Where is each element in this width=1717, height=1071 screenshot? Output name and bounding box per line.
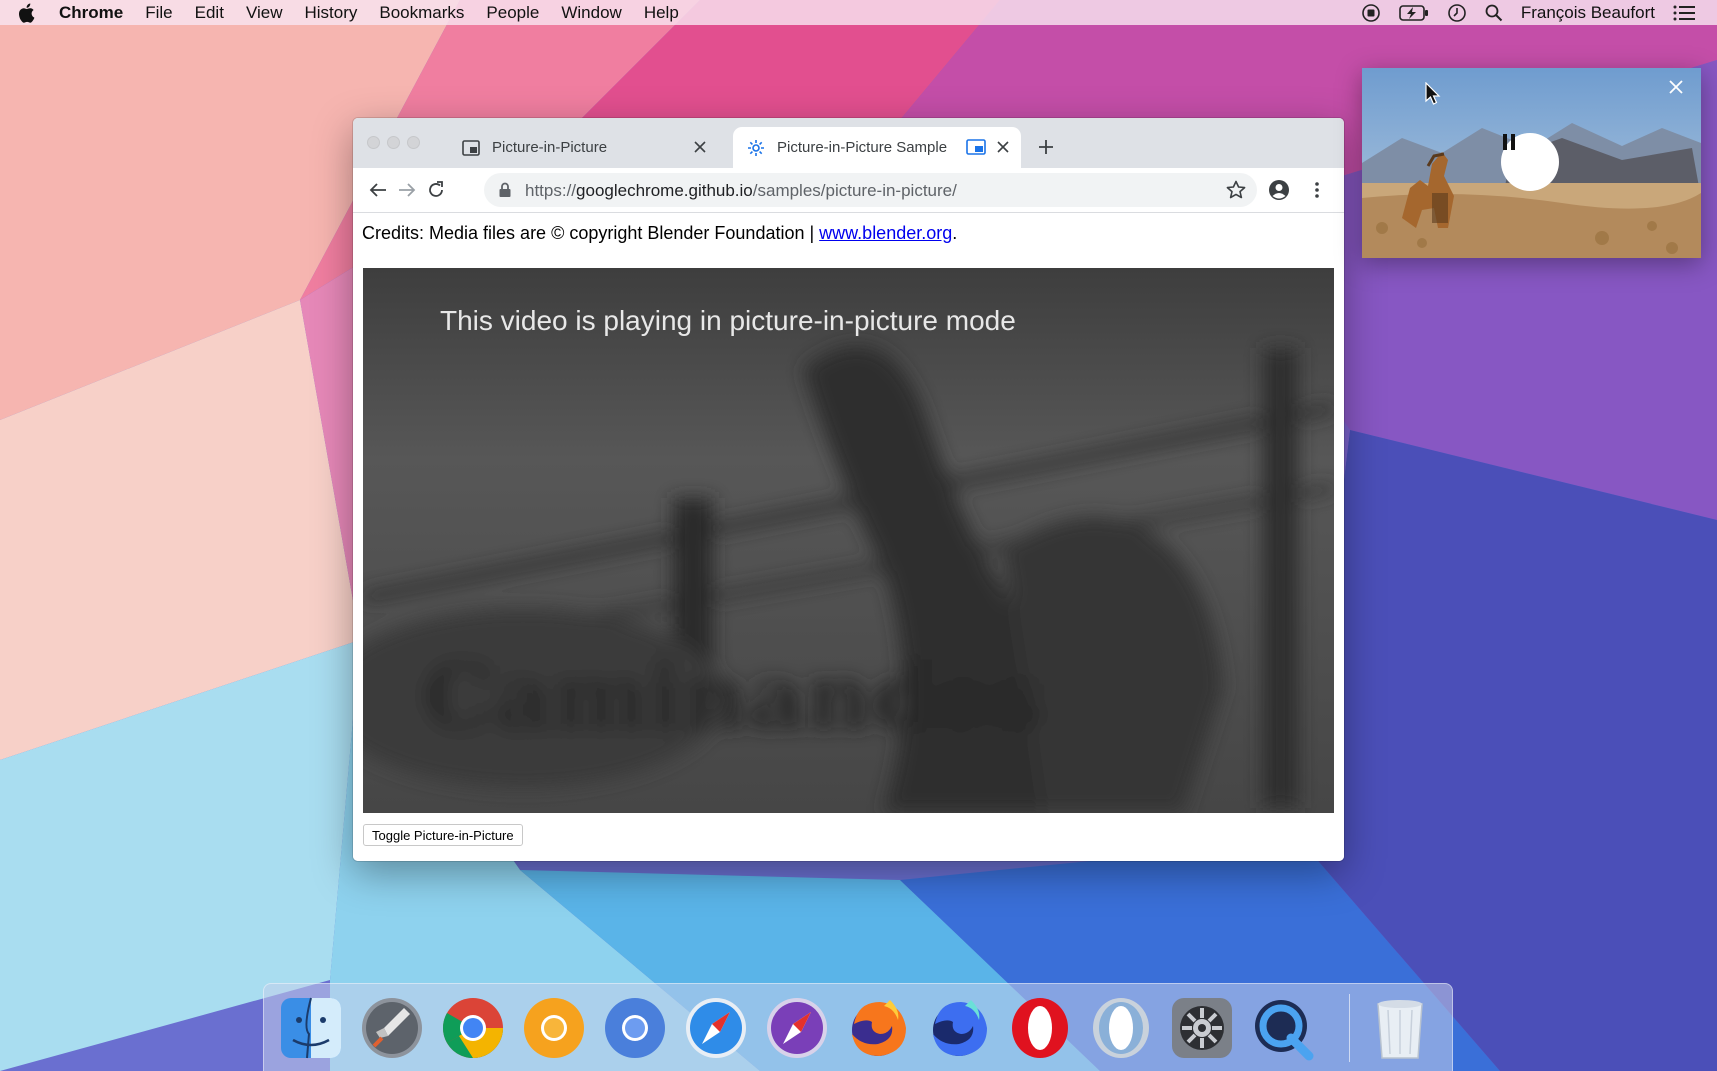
address-bar[interactable]: https://googlechrome.github.io/samples/p… [484,173,1257,207]
system-preferences-icon[interactable] [1168,994,1236,1062]
chrome-samples-favicon-icon [747,139,765,157]
menu-bar: Chrome File Edit View History Bookmarks … [0,0,1717,25]
chrome-window: Picture-in-Picture Picture-in-Picture Sa… [353,118,1344,861]
page-content: Credits: Media files are © copyright Ble… [353,213,1344,861]
tab-close-icon[interactable] [995,139,1011,155]
video-player[interactable]: Caminandes This video is playing in pict… [363,268,1334,813]
launchpad-icon[interactable] [358,994,426,1062]
opera-icon[interactable] [1006,994,1074,1062]
pip-window[interactable] [1362,68,1701,258]
menu-file[interactable]: File [145,3,172,23]
menu-people[interactable]: People [486,3,539,23]
more-menu-icon[interactable] [1304,177,1330,203]
back-arrow-icon[interactable] [365,177,391,203]
opera-developer-icon[interactable] [1087,994,1155,1062]
user-name[interactable]: François Beaufort [1521,3,1655,23]
tab-close-icon[interactable] [692,139,708,155]
menu-view[interactable]: View [246,3,283,23]
chrome-canary-icon[interactable] [520,994,588,1062]
firefox-nightly-icon[interactable] [925,994,993,1062]
pip-playing-indicator-icon [966,139,986,155]
toggle-pip-button[interactable]: Toggle Picture-in-Picture [363,824,523,846]
battery-charging-icon[interactable] [1399,4,1429,22]
safari-technology-preview-icon[interactable] [763,994,831,1062]
trash-icon[interactable] [1366,994,1434,1062]
quicktime-icon[interactable] [1249,994,1317,1062]
window-zoom-button[interactable] [407,136,420,149]
svg-text:Caminandes: Caminandes [423,644,1042,750]
time-machine-icon[interactable] [1447,3,1467,23]
menu-edit[interactable]: Edit [195,3,224,23]
dock [263,983,1453,1071]
new-tab-plus-icon[interactable] [1035,136,1057,158]
browser-toolbar: https://googlechrome.github.io/samples/p… [353,168,1344,213]
mouse-cursor-icon [1425,82,1441,105]
menu-window[interactable]: Window [561,3,621,23]
pip-favicon-icon [462,139,480,157]
pip-playing-message: This video is playing in picture-in-pict… [440,305,1016,336]
chromium-icon[interactable] [601,994,669,1062]
safari-icon[interactable] [682,994,750,1062]
firefox-icon[interactable] [844,994,912,1062]
forward-arrow-icon[interactable] [394,177,420,203]
video-placeholder-frame: Caminandes [363,268,1334,813]
notification-center-icon[interactable] [1673,5,1695,21]
dock-separator [1349,994,1350,1062]
bookmark-star-icon[interactable] [1225,179,1247,201]
tab-picture-in-picture[interactable]: Picture-in-Picture [448,127,718,168]
pause-icon[interactable] [1501,133,1559,191]
menu-history[interactable]: History [304,3,357,23]
profile-avatar-icon[interactable] [1266,177,1292,203]
finder-icon[interactable] [277,994,345,1062]
window-minimize-button[interactable] [387,136,400,149]
url-text: https://googlechrome.github.io/samples/p… [525,181,957,200]
blender-link[interactable]: www.blender.org [819,223,952,243]
tab-title: Picture-in-Picture [492,139,608,156]
spotlight-search-icon[interactable] [1485,4,1503,22]
apple-icon[interactable] [17,1,39,25]
close-icon[interactable] [1669,80,1687,98]
reload-icon[interactable] [423,177,449,203]
credits-text: Credits: Media files are © copyright Ble… [362,223,958,243]
window-close-button[interactable] [367,136,380,149]
screen-record-icon[interactable] [1361,3,1381,23]
chrome-icon[interactable] [439,994,507,1062]
menu-bookmarks[interactable]: Bookmarks [379,3,464,23]
menu-app-chrome[interactable]: Chrome [59,3,123,23]
tab-title: Picture-in-Picture Sample [777,139,948,156]
menu-help[interactable]: Help [644,3,679,23]
tab-picture-in-picture-sample[interactable]: Picture-in-Picture Sample [733,127,1021,168]
lock-icon[interactable] [498,182,512,198]
tab-strip: Picture-in-Picture Picture-in-Picture Sa… [353,118,1344,168]
